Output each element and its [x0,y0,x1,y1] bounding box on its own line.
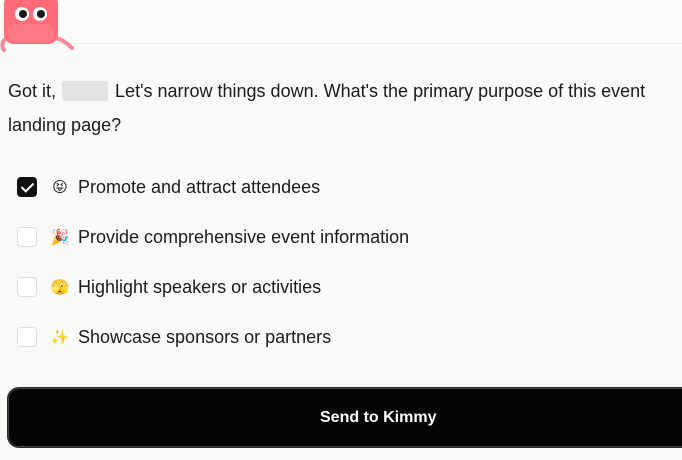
assistant-question: Got it, Let's narrow things down. What's… [8,74,682,142]
question-prefix: Got it, [8,81,57,101]
checkbox[interactable] [17,327,37,347]
send-to-kimmy-button[interactable]: Send to Kimmy [7,387,682,448]
peeking-face-icon: 🫣 [50,278,70,296]
question-text: Let's narrow things down. What's the pri… [115,81,646,101]
question-line-2: landing page? [8,115,122,135]
mascot-avatar-icon [0,0,74,52]
option-label: Promote and attract attendees [78,176,321,197]
option-promote-attendees[interactable]: 😝 Promote and attract attendees [17,170,409,204]
options-list: 😝 Promote and attract attendees 🎉 Provid… [17,170,409,370]
grinning-face-icon: 😝 [52,178,68,196]
redacted-name [62,81,109,101]
checkbox[interactable] [17,227,37,247]
chat-header-strip [0,0,682,44]
option-label: Highlight speakers or activities [78,276,322,297]
option-speakers-activities[interactable]: 🫣 Highlight speakers or activities [17,270,409,304]
checkbox-checked[interactable] [17,177,37,197]
party-popper-icon: 🎉 [50,228,70,246]
option-sponsors-partners[interactable]: ✨ Showcase sponsors or partners [17,320,409,354]
send-button-label: Send to Kimmy [320,408,437,426]
option-label: Showcase sponsors or partners [78,326,332,347]
option-label: Provide comprehensive event information [78,226,410,247]
sparkles-icon: ✨ [50,328,70,346]
option-event-information[interactable]: 🎉 Provide comprehensive event informatio… [17,220,409,254]
checkbox[interactable] [17,277,37,297]
